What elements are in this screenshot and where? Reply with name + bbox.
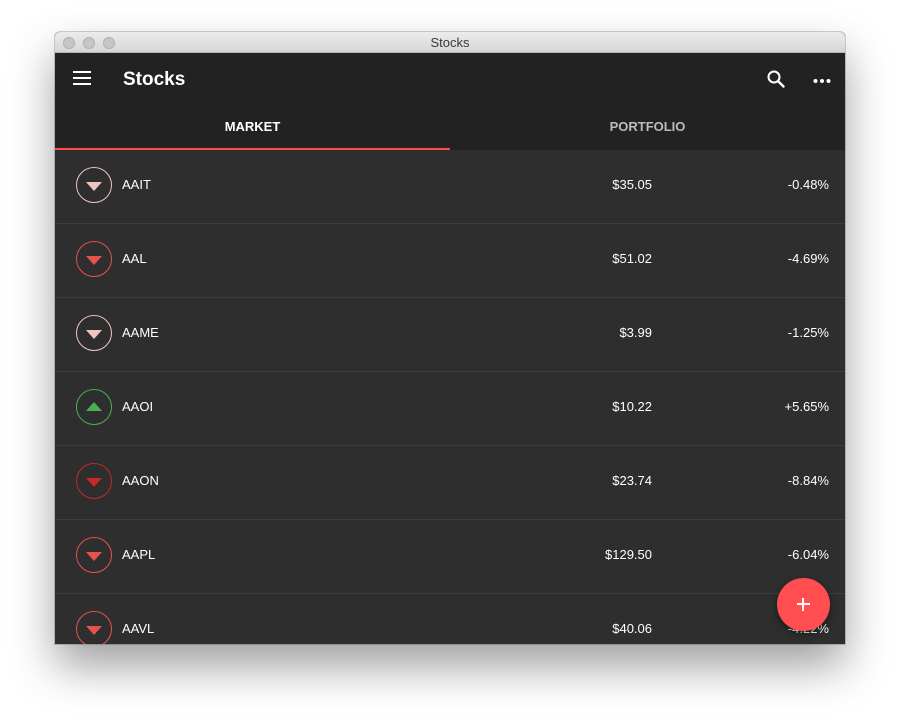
app-bar: Stocks	[55, 53, 845, 105]
window-title: Stocks	[430, 35, 470, 50]
stock-symbol: AAPL	[122, 547, 156, 562]
stock-price: $10.22	[612, 399, 652, 414]
stock-row[interactable]: AAIT $35.05 -0.48%	[55, 150, 845, 224]
stock-row[interactable]: AAME $3.99 -1.25%	[55, 298, 845, 372]
stock-change: -4.69%	[787, 251, 829, 266]
stock-change: -8.84%	[787, 473, 829, 488]
stock-change: -0.48%	[787, 177, 829, 192]
stock-list: AAIT $35.05 -0.48% AAL $51.02 -4.69% AAME $3.99…	[55, 150, 845, 644]
stock-price: $40.06	[612, 621, 652, 636]
stock-price: $23.74	[612, 473, 652, 488]
stock-change: -1.25%	[787, 325, 829, 340]
app-window: Stocks Stocks MARKET PORTFOLIO AAIT $35.0…	[55, 32, 845, 644]
menu-icon[interactable]	[73, 71, 91, 85]
trend-down-icon	[76, 315, 112, 351]
stock-price: $51.02	[612, 251, 652, 266]
page-title: Stocks	[123, 69, 186, 90]
stock-price: $35.05	[612, 177, 652, 192]
stock-symbol: AAME	[122, 325, 159, 340]
stock-row[interactable]: AAOI $10.22 +5.65%	[55, 372, 845, 446]
stock-row[interactable]: AAVL$40.06-4.22%	[55, 594, 845, 644]
stock-symbol: AAOI	[122, 399, 154, 414]
stock-symbol: AAIT	[122, 177, 151, 192]
trend-down-icon	[76, 463, 112, 499]
stock-row[interactable]: AAON $23.74 -8.84%	[55, 446, 845, 520]
stock-symbol: AAL	[122, 251, 147, 266]
tab-market[interactable]: MARKET	[55, 105, 450, 150]
search-icon[interactable]	[766, 69, 786, 89]
trend-down-icon	[76, 167, 112, 203]
tab-bar: MARKET PORTFOLIO	[55, 105, 845, 150]
stock-price: $3.99	[619, 325, 652, 340]
stock-change: -6.04%	[787, 547, 829, 562]
stock-row[interactable]: AAL $51.02 -4.69%	[55, 224, 845, 298]
trend-down-icon	[76, 537, 112, 573]
more-icon[interactable]	[812, 69, 832, 89]
trend-down-icon	[76, 241, 112, 277]
stock-price: $129.50	[605, 547, 652, 562]
tab-portfolio[interactable]: PORTFOLIO	[450, 105, 845, 150]
window-titlebar: Stocks	[55, 32, 845, 53]
stock-change: +5.65%	[784, 399, 829, 414]
trend-up-icon	[76, 389, 112, 425]
stock-symbol: AAON	[122, 473, 159, 488]
add-stock-button[interactable]	[777, 578, 830, 631]
stock-row[interactable]: AAPL $129.50 -6.04%	[55, 520, 845, 594]
stock-symbol: AAVL	[122, 621, 155, 636]
trend-down-icon	[76, 611, 112, 644]
